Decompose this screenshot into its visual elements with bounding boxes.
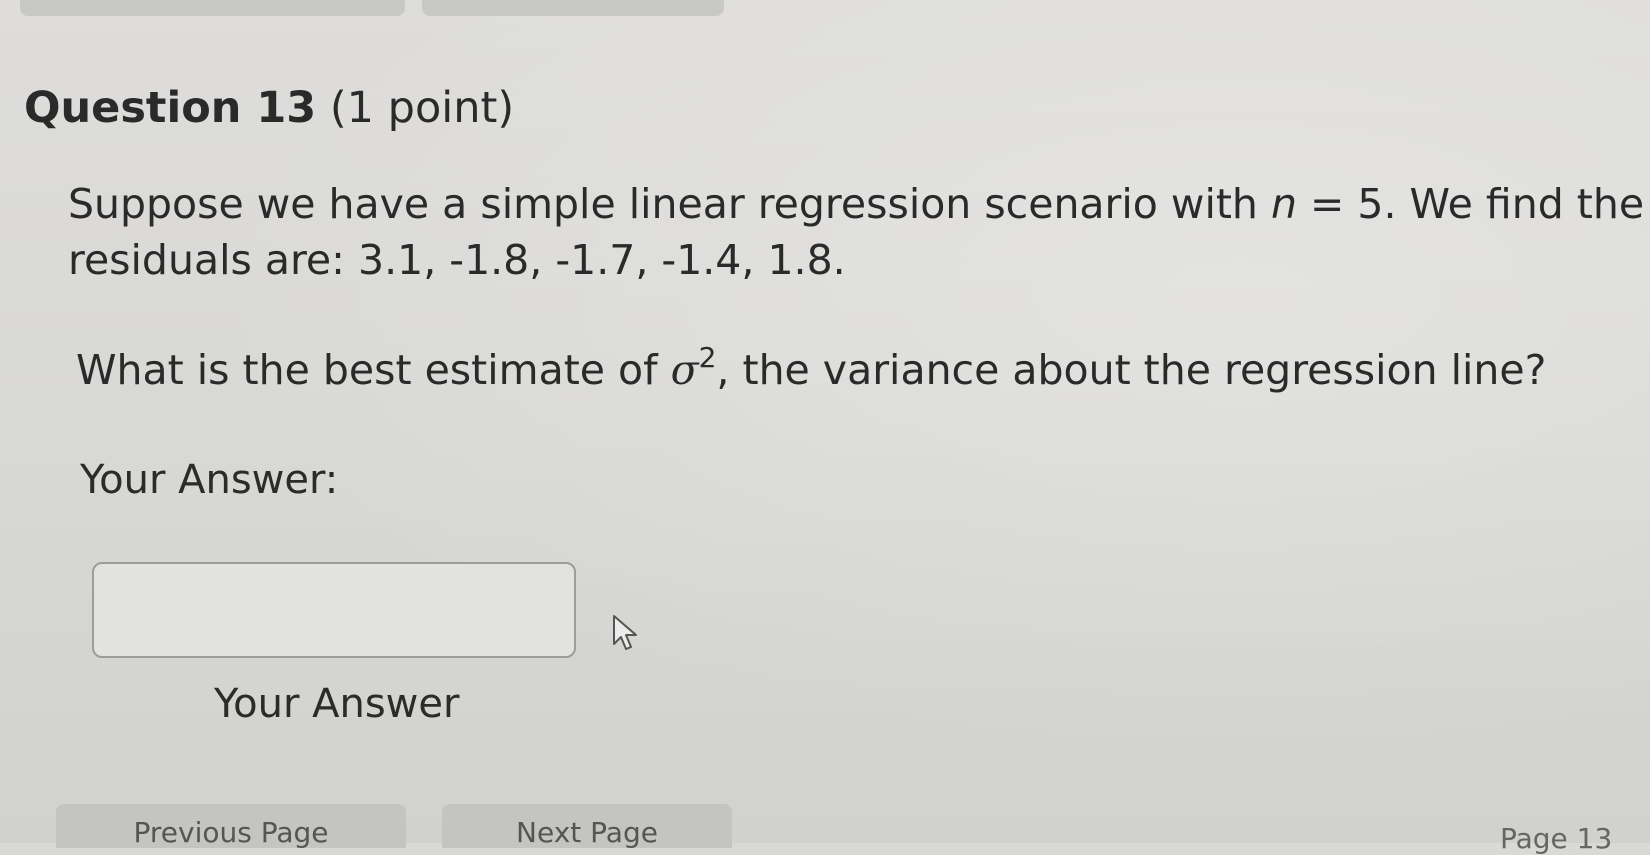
question-points: (1 point): [329, 83, 515, 133]
answer-label: Your Answer:: [80, 457, 339, 503]
prompt-segment: What is the best estimate of: [76, 346, 671, 394]
question-number: Question 13: [24, 83, 317, 133]
mouse-cursor-icon: [613, 615, 637, 650]
prompt-segment: , the variance about the regression line…: [716, 346, 1547, 394]
sigma-symbol: σ: [670, 346, 699, 394]
question-text-line2: residuals are: 3.1, -1.8, -1.7, -1.4, 1.…: [68, 236, 846, 284]
question-text-line1: Suppose we have a simple linear regressi…: [68, 176, 1650, 232]
top-tab[interactable]: [20, 0, 405, 16]
screen-background: Question 13 (1 point) Suppose we have a …: [0, 0, 1650, 855]
answer-input[interactable]: [92, 562, 576, 658]
answer-input-caption: Your Answer: [214, 681, 460, 727]
page-indicator: Page 13: [1500, 822, 1613, 855]
question-title: Question 13 (1 point): [24, 78, 514, 138]
question-text-segment: = 5. We find the: [1296, 180, 1645, 228]
question-text: Suppose we have a simple linear regressi…: [68, 176, 1650, 288]
question-prompt: What is the best estimate of σ2, the var…: [76, 341, 1547, 403]
exponent: 2: [698, 341, 717, 374]
previous-page-button[interactable]: Previous Page: [56, 804, 406, 848]
variable-n: n: [1270, 180, 1297, 228]
top-tab[interactable]: [422, 0, 724, 16]
next-page-button[interactable]: Next Page: [442, 804, 732, 848]
question-text-segment: Suppose we have a simple linear regressi…: [68, 180, 1271, 228]
